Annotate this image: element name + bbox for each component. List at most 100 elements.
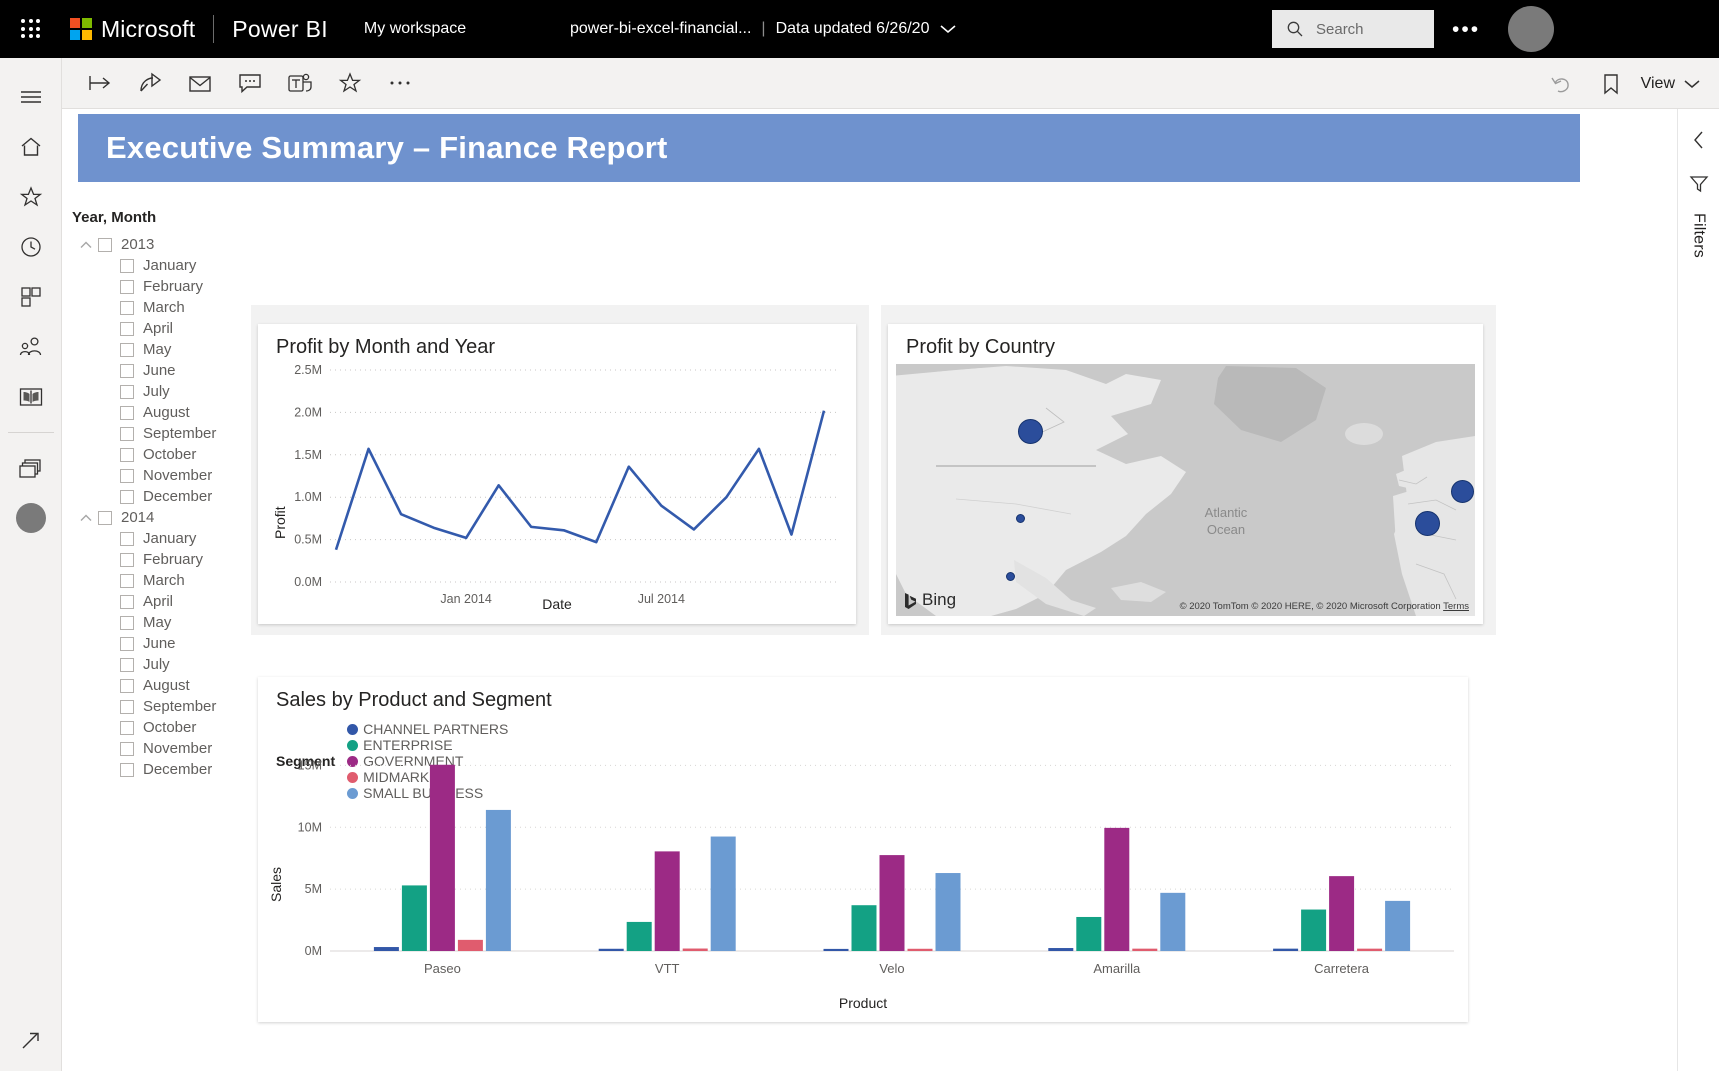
slicer-month-item[interactable]: February xyxy=(72,276,257,297)
slicer-checkbox[interactable] xyxy=(120,427,134,441)
expand-nav-icon[interactable] xyxy=(0,1029,62,1051)
slicer-checkbox[interactable] xyxy=(120,763,134,777)
slicer-month-item[interactable]: October xyxy=(72,444,257,465)
export-icon[interactable] xyxy=(80,63,120,103)
comment-icon[interactable] xyxy=(230,63,270,103)
profit-by-country-visual[interactable]: Profit by Country xyxy=(888,324,1483,624)
slicer-checkbox[interactable] xyxy=(120,448,134,462)
view-menu-label[interactable]: View xyxy=(1641,75,1675,93)
profit-by-month-visual[interactable]: Profit by Month and Year Profit Date 0.0… xyxy=(258,324,856,624)
map-bubble-mexico[interactable] xyxy=(1006,572,1015,581)
slicer-month-item[interactable]: August xyxy=(72,402,257,423)
slicer-month-item[interactable]: June xyxy=(72,633,257,654)
slicer-checkbox[interactable] xyxy=(120,259,134,273)
hamburger-icon[interactable] xyxy=(0,72,62,122)
chevron-down-icon[interactable] xyxy=(939,23,957,35)
sidebar-item-my-workspace[interactable] xyxy=(0,493,62,543)
slicer-checkbox[interactable] xyxy=(120,280,134,294)
legend-item[interactable]: CHANNEL PARTNERS xyxy=(347,721,508,737)
slicer-month-item[interactable]: April xyxy=(72,318,257,339)
slicer-month-item[interactable]: November xyxy=(72,738,257,759)
slicer-month-item[interactable]: December xyxy=(72,759,257,780)
slicer-checkbox[interactable] xyxy=(98,511,112,525)
slicer-checkbox[interactable] xyxy=(120,490,134,504)
slicer-checkbox[interactable] xyxy=(120,385,134,399)
slicer-month-item[interactable]: January xyxy=(72,528,257,549)
slicer-checkbox[interactable] xyxy=(120,721,134,735)
map-bubble-usa[interactable] xyxy=(1016,514,1025,523)
slicer-month-item[interactable]: February xyxy=(72,549,257,570)
slicer-checkbox[interactable] xyxy=(120,322,134,336)
sidebar-item-workspaces[interactable] xyxy=(0,443,62,493)
slicer-month-item[interactable]: May xyxy=(72,339,257,360)
chevron-up-icon[interactable] xyxy=(78,510,94,526)
slicer-checkbox[interactable] xyxy=(120,364,134,378)
slicer-month-item[interactable]: August xyxy=(72,675,257,696)
workspace-breadcrumb[interactable]: My workspace xyxy=(364,20,466,38)
report-name-label[interactable]: power-bi-excel-financial... xyxy=(570,20,751,38)
map-bubble-canada[interactable] xyxy=(1018,419,1043,444)
slicer-checkbox[interactable] xyxy=(120,406,134,420)
slicer-month-item[interactable]: May xyxy=(72,612,257,633)
slicer-checkbox[interactable] xyxy=(120,574,134,588)
slicer-month-item[interactable]: March xyxy=(72,297,257,318)
slicer-year-2013[interactable]: 2013 xyxy=(72,234,257,255)
sidebar-item-recent[interactable] xyxy=(0,222,62,272)
mail-icon[interactable] xyxy=(180,63,220,103)
slicer-month-item[interactable]: June xyxy=(72,360,257,381)
slicer-month-item[interactable]: October xyxy=(72,717,257,738)
filters-label[interactable]: Filters xyxy=(1690,213,1708,258)
slicer-checkbox[interactable] xyxy=(120,679,134,693)
slicer-checkbox[interactable] xyxy=(120,742,134,756)
search-input[interactable]: Search xyxy=(1272,10,1434,48)
slicer-checkbox[interactable] xyxy=(120,553,134,567)
slicer-checkbox[interactable] xyxy=(120,595,134,609)
sidebar-item-shared-with-me[interactable] xyxy=(0,322,62,372)
chevron-up-icon[interactable] xyxy=(78,237,94,253)
slicer-month-item[interactable]: July xyxy=(72,381,257,402)
slicer-checkbox[interactable] xyxy=(120,637,134,651)
collapse-rail-chevron-icon[interactable] xyxy=(1684,123,1714,157)
slicer-checkbox[interactable] xyxy=(120,658,134,672)
slicer-month-item[interactable]: March xyxy=(72,570,257,591)
slicer-month-item[interactable]: September xyxy=(72,696,257,717)
slicer-checkbox[interactable] xyxy=(120,616,134,630)
app-launcher-icon[interactable] xyxy=(14,12,48,46)
map-bubble-germany[interactable] xyxy=(1451,480,1474,503)
header-more-options-icon[interactable]: ••• xyxy=(1452,18,1480,42)
slicer-checkbox[interactable] xyxy=(120,301,134,315)
sidebar-item-favorites[interactable] xyxy=(0,172,62,222)
teams-icon[interactable] xyxy=(280,63,320,103)
slicer-month-item[interactable]: April xyxy=(72,591,257,612)
slicer-month-item[interactable]: January xyxy=(72,255,257,276)
slicer-month-item[interactable]: November xyxy=(72,465,257,486)
more-options-icon[interactable] xyxy=(380,63,420,103)
slicer-checkbox[interactable] xyxy=(120,343,134,357)
map-canvas[interactable]: Atlantic Ocean Bing © 2020 TomTom © 2020… xyxy=(896,364,1475,616)
filter-icon[interactable] xyxy=(1684,167,1714,201)
bing-logo[interactable]: Bing xyxy=(904,590,956,610)
slicer-month-item[interactable]: September xyxy=(72,423,257,444)
view-chevron-down-icon[interactable] xyxy=(1683,78,1701,90)
bookmark-icon[interactable] xyxy=(1591,64,1631,104)
map-bubble-france[interactable] xyxy=(1415,511,1440,536)
reset-undo-icon[interactable] xyxy=(1541,64,1581,104)
sales-by-product-visual[interactable]: Sales by Product and Segment Segment CHA… xyxy=(258,677,1468,1022)
slicer-year-2014[interactable]: 2014 xyxy=(72,507,257,528)
slicer-month-item[interactable]: December xyxy=(72,486,257,507)
slicer-checkbox[interactable] xyxy=(120,700,134,714)
sidebar-item-home[interactable] xyxy=(0,122,62,172)
favorite-star-icon[interactable] xyxy=(330,63,370,103)
microsoft-logo[interactable]: Microsoft xyxy=(70,16,195,43)
user-avatar[interactable] xyxy=(1508,6,1554,52)
slicer-checkbox[interactable] xyxy=(120,532,134,546)
slicer-month-item[interactable]: July xyxy=(72,654,257,675)
slicer-checkbox[interactable] xyxy=(98,238,112,252)
share-icon[interactable] xyxy=(130,63,170,103)
powerbi-wordmark[interactable]: Power BI xyxy=(232,16,328,43)
sidebar-item-learn[interactable] xyxy=(0,372,62,422)
sidebar-item-apps[interactable] xyxy=(0,272,62,322)
map-terms-link[interactable]: Terms xyxy=(1443,601,1469,612)
bar-segment xyxy=(908,949,933,951)
slicer-checkbox[interactable] xyxy=(120,469,134,483)
